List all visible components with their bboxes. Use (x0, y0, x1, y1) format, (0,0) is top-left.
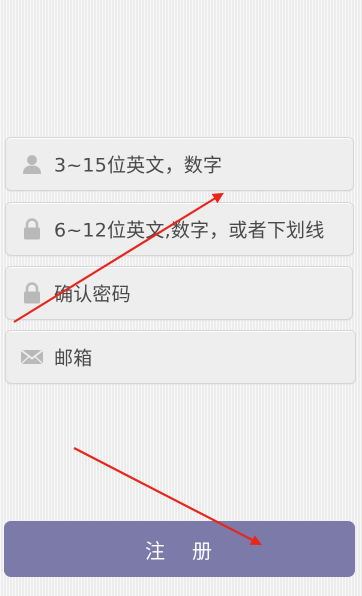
lock-icon (20, 281, 44, 305)
user-icon (20, 152, 44, 176)
email-field[interactable]: 邮箱 (5, 330, 356, 384)
password-field[interactable]: 6~12位英文,数字，或者下划线 (5, 202, 354, 256)
register-button-label: 注 册 (144, 538, 215, 563)
confirm-password-field[interactable]: 确认密码 (5, 266, 353, 320)
confirm-password-placeholder: 确认密码 (54, 283, 131, 306)
username-field[interactable]: 3~15位英文，数字 (5, 137, 354, 191)
username-placeholder: 3~15位英文，数字 (54, 154, 223, 177)
register-button[interactable]: 注 册 (4, 521, 355, 577)
password-placeholder: 6~12位英文,数字，或者下划线 (54, 219, 325, 242)
lock-icon (20, 217, 44, 241)
email-placeholder: 邮箱 (54, 347, 93, 370)
mail-icon (20, 345, 44, 369)
